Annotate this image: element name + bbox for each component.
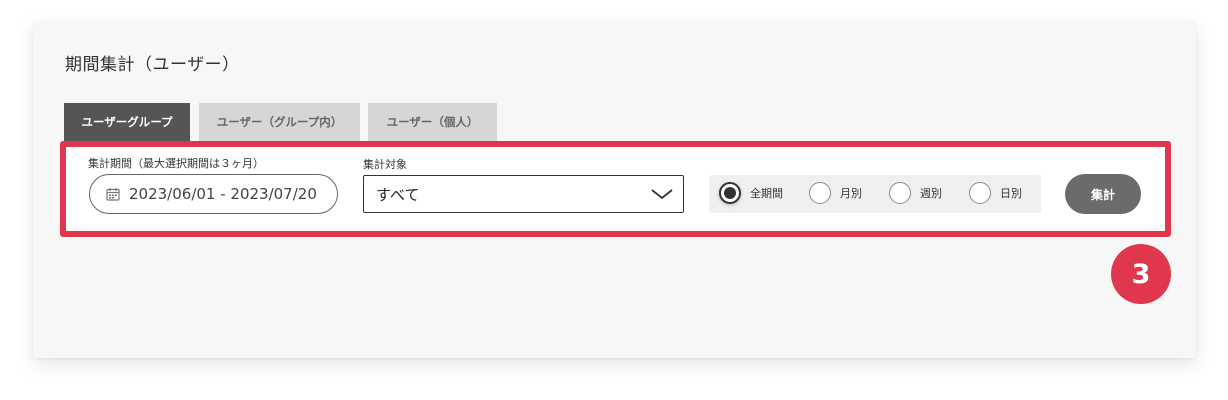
target-label: 集計対象	[363, 158, 407, 171]
radio-circle	[719, 182, 741, 204]
radio-daily[interactable]: 日別	[969, 182, 1022, 204]
radio-all-period[interactable]: 全期間	[719, 182, 783, 204]
target-select-value: すべて	[376, 185, 420, 204]
radio-circle	[969, 182, 991, 204]
calendar-icon	[106, 188, 120, 201]
tab-user-individual[interactable]: ユーザー（個人）	[368, 103, 497, 141]
radio-circle	[809, 182, 831, 204]
date-range-value: 2023/06/01 - 2023/07/20	[129, 185, 317, 203]
page-title: 期間集計（ユーザー）	[65, 55, 240, 75]
tab-user-in-group[interactable]: ユーザー（グループ内）	[199, 103, 360, 141]
radio-monthly[interactable]: 月別	[809, 182, 862, 204]
aggregation-panel: 期間集計（ユーザー） ユーザーグループ ユーザー（グループ内） ユーザー（個人）…	[33, 22, 1196, 358]
radio-label: 週別	[920, 187, 942, 200]
radio-label: 日別	[1000, 187, 1022, 200]
radio-weekly[interactable]: 週別	[889, 182, 942, 204]
filter-panel-highlight: 集計期間（最大選択期間は３ヶ月） 2023/06/01 - 2023/07/20…	[60, 141, 1171, 237]
granularity-radio-group: 全期間 月別 週別 日別	[709, 175, 1041, 213]
radio-circle	[889, 182, 911, 204]
radio-label: 全期間	[750, 187, 783, 200]
date-range-input[interactable]: 2023/06/01 - 2023/07/20	[89, 174, 338, 214]
radio-label: 月別	[840, 187, 862, 200]
period-label: 集計期間（最大選択期間は３ヶ月）	[88, 157, 264, 170]
step-number-badge: 3	[1111, 244, 1171, 304]
tab-user-group[interactable]: ユーザーグループ	[64, 103, 190, 141]
chevron-down-icon	[651, 189, 673, 200]
target-select[interactable]: すべて	[363, 175, 684, 213]
aggregate-button[interactable]: 集計	[1065, 174, 1141, 214]
